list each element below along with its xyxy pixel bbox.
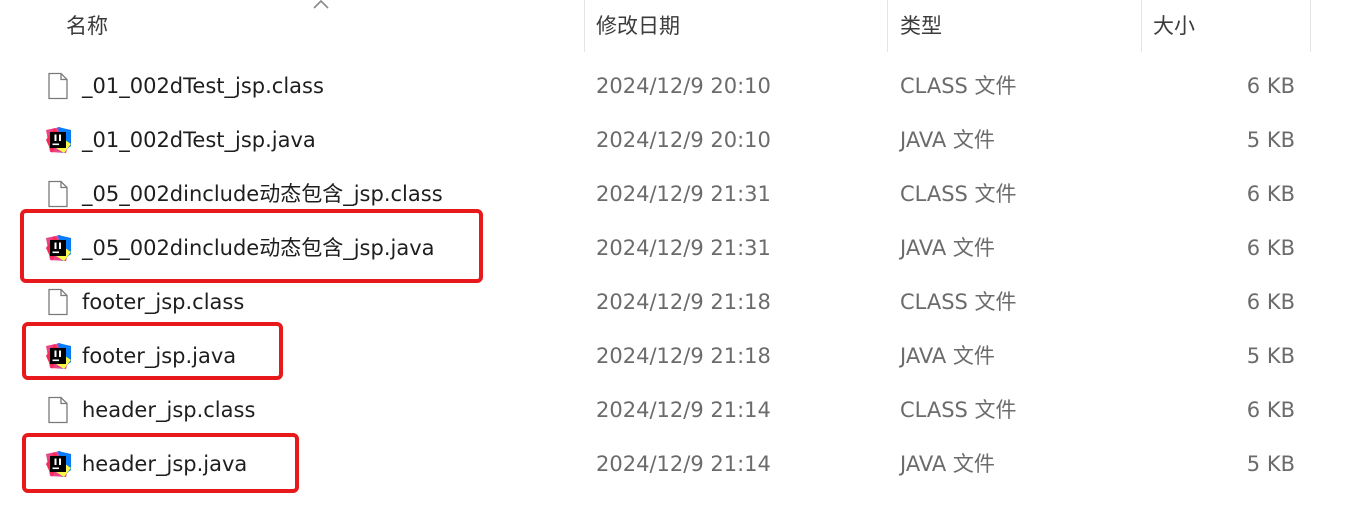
column-header: 名称 修改日期 类型 大小 [0,0,1347,52]
file-size: 6 KB [1246,398,1295,422]
file-size: 6 KB [1246,290,1295,314]
column-header-name[interactable]: 名称 [66,0,108,52]
column-divider[interactable] [1310,0,1311,52]
highlight-box [22,322,283,380]
file-name: header_jsp.class [82,398,256,422]
highlight-box [20,209,483,283]
column-header-size[interactable]: 大小 [1153,0,1195,52]
file-size: 5 KB [1246,344,1295,368]
file-type: JAVA 文件 [900,344,995,368]
file-type: CLASS 文件 [900,290,1017,314]
file-type: CLASS 文件 [900,74,1017,98]
file-row[interactable]: header_jsp.class 2024/12/9 21:14 CLASS 文… [0,383,1347,437]
file-size: 6 KB [1246,182,1295,206]
column-divider[interactable] [1141,0,1142,52]
column-header-type[interactable]: 类型 [900,0,942,52]
file-name: _01_002dTest_jsp.class [82,74,324,98]
file-name: footer_jsp.class [82,290,245,314]
file-size: 6 KB [1246,236,1295,260]
file-size: 5 KB [1246,128,1295,152]
file-modified: 2024/12/9 21:14 [596,452,771,476]
file-row[interactable]: _01_002dTest_jsp.java 2024/12/9 20:10 JA… [0,113,1347,167]
file-type: JAVA 文件 [900,236,995,260]
file-icon [48,396,68,424]
column-divider[interactable] [584,0,585,52]
file-icon [48,180,68,208]
column-divider[interactable] [887,0,888,52]
file-type: JAVA 文件 [900,452,995,476]
file-icon [48,288,68,316]
file-name: _01_002dTest_jsp.java [82,128,316,152]
highlight-box [22,433,299,493]
file-type: JAVA 文件 [900,128,995,152]
intellij-java-icon [46,127,71,153]
file-row[interactable]: _01_002dTest_jsp.class 2024/12/9 20:10 C… [0,59,1347,113]
file-row[interactable]: footer_jsp.class 2024/12/9 21:18 CLASS 文… [0,275,1347,329]
file-icon [48,72,68,100]
sort-ascending-icon [313,0,329,9]
file-modified: 2024/12/9 21:31 [596,236,771,260]
file-modified: 2024/12/9 20:10 [596,74,771,98]
file-modified: 2024/12/9 21:14 [596,398,771,422]
file-modified: 2024/12/9 20:10 [596,128,771,152]
file-size: 5 KB [1246,452,1295,476]
file-type: CLASS 文件 [900,182,1017,206]
column-header-modified[interactable]: 修改日期 [596,0,680,52]
file-modified: 2024/12/9 21:31 [596,182,771,206]
file-size: 6 KB [1246,74,1295,98]
file-modified: 2024/12/9 21:18 [596,290,771,314]
file-modified: 2024/12/9 21:18 [596,344,771,368]
file-type: CLASS 文件 [900,398,1017,422]
